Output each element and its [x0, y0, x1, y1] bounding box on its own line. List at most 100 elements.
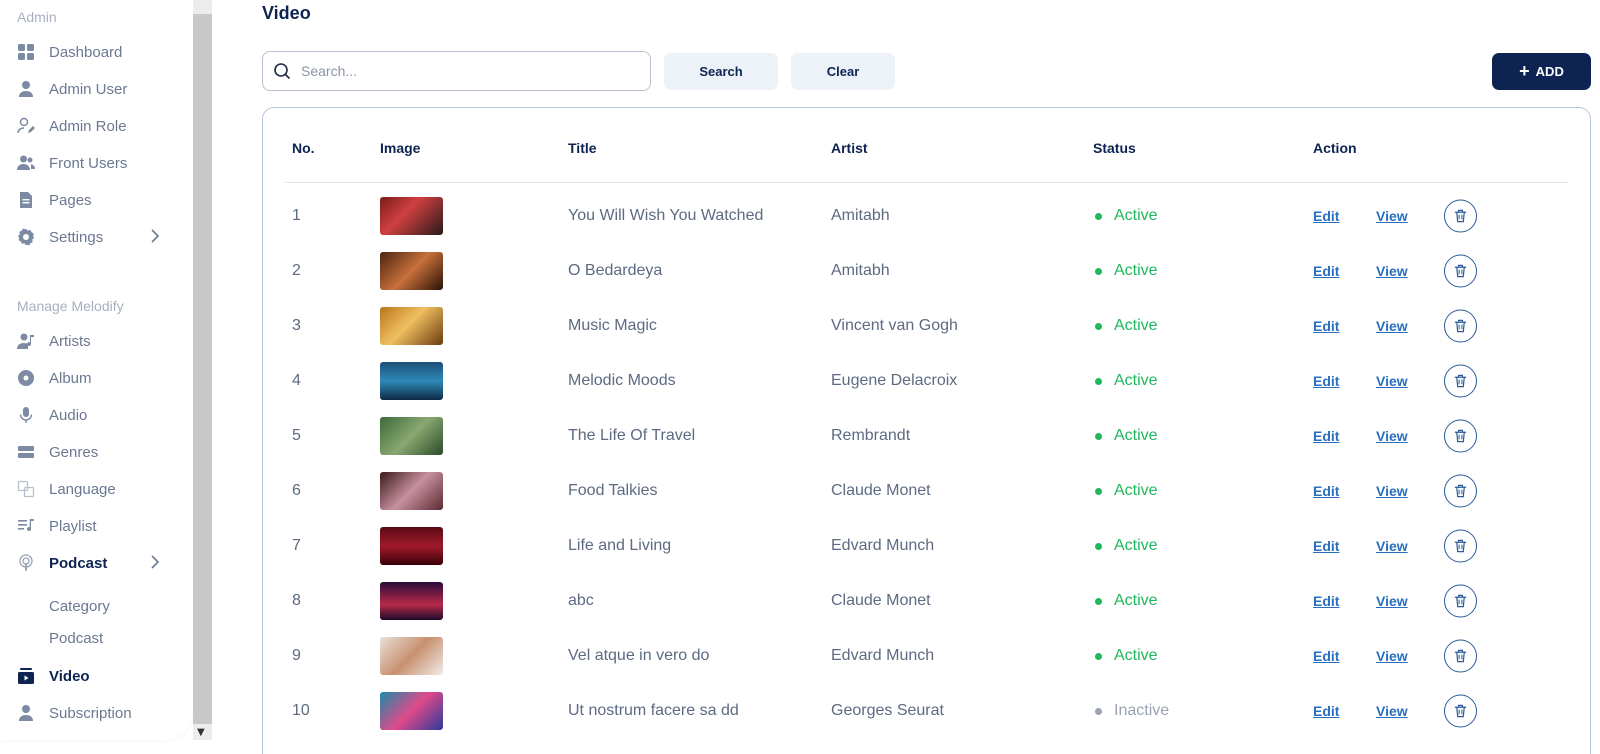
sidebar-scrollbar[interactable]: ▼	[193, 0, 212, 740]
table-row: 5 The Life Of Travel Rembrandt Active Edit Vi…	[263, 408, 1592, 464]
sidebar-item-settings[interactable]: Settings	[17, 225, 177, 249]
sidebar-item-dashboard[interactable]: Dashboard	[17, 40, 177, 64]
scroll-down-arrow-icon[interactable]: ▼	[197, 727, 205, 738]
video-title: Food Talkies	[568, 482, 658, 499]
sidebar-item-label: Video	[49, 667, 90, 685]
delete-button[interactable]	[1444, 419, 1477, 453]
sidebar-item-label: Settings	[49, 228, 104, 246]
search-button[interactable]: Search	[664, 53, 778, 90]
status-dot-icon	[1095, 432, 1102, 440]
trash-icon	[1454, 704, 1467, 718]
sidebar-item-subscription[interactable]: Subscription	[17, 701, 177, 725]
sidebar-subitem-category[interactable]: Category	[49, 598, 110, 615]
delete-button[interactable]	[1444, 254, 1477, 288]
edit-link[interactable]: Edit	[1313, 208, 1339, 224]
video-title: Music Magic	[568, 317, 657, 334]
delete-button[interactable]	[1444, 199, 1477, 233]
sidebar-item-label: Genres	[49, 443, 99, 461]
podcast-icon	[17, 554, 35, 572]
chevron-right-icon	[151, 555, 160, 569]
column-header-title: Title	[568, 140, 597, 156]
status-dot-icon	[1095, 707, 1102, 715]
video-icon	[17, 667, 35, 685]
sidebar-section-manage: Manage Melodify	[17, 298, 124, 314]
status-dot-icon	[1095, 652, 1102, 660]
edit-link[interactable]: Edit	[1313, 428, 1339, 444]
search-icon	[274, 63, 291, 80]
sidebar-item-admin-user[interactable]: Admin User	[17, 77, 177, 101]
search-input[interactable]	[301, 63, 631, 79]
row-number: 2	[292, 262, 301, 279]
edit-link[interactable]: Edit	[1313, 318, 1339, 334]
sidebar-item-pages[interactable]: Pages	[17, 188, 177, 212]
status-dot-icon	[1095, 542, 1102, 550]
row-number: 10	[292, 702, 310, 719]
delete-button[interactable]	[1444, 639, 1477, 673]
sidebar-item-label: Subscription	[49, 704, 132, 722]
sidebar-item-label: Language	[49, 480, 116, 498]
view-link[interactable]: View	[1376, 208, 1408, 224]
sidebar-item-video[interactable]: Video	[17, 664, 177, 688]
sidebar-item-podcast[interactable]: Podcast	[17, 551, 177, 575]
delete-button[interactable]	[1444, 694, 1477, 728]
delete-button[interactable]	[1444, 584, 1477, 618]
sidebar-subitem-podcast[interactable]: Podcast	[49, 630, 103, 647]
trash-icon	[1454, 539, 1467, 553]
view-link[interactable]: View	[1376, 318, 1408, 334]
status-text: Active	[1114, 537, 1158, 554]
video-artist: Edvard Munch	[831, 537, 935, 554]
status-badge: Active	[1095, 317, 1158, 335]
delete-button[interactable]	[1444, 474, 1477, 508]
view-link[interactable]: View	[1376, 428, 1408, 444]
edit-link[interactable]: Edit	[1313, 593, 1339, 609]
clear-button[interactable]: Clear	[791, 53, 895, 90]
edit-link[interactable]: Edit	[1313, 538, 1339, 554]
sidebar-item-album[interactable]: Album	[17, 366, 177, 390]
delete-button[interactable]	[1444, 364, 1477, 398]
user-edit-icon	[17, 117, 35, 135]
view-link[interactable]: View	[1376, 648, 1408, 664]
view-link[interactable]: View	[1376, 373, 1408, 389]
sidebar-item-label: Playlist	[49, 517, 97, 535]
scrollbar-thumb[interactable]	[193, 14, 212, 724]
edit-link[interactable]: Edit	[1313, 703, 1339, 719]
edit-link[interactable]: Edit	[1313, 648, 1339, 664]
edit-link[interactable]: Edit	[1313, 373, 1339, 389]
sidebar-item-audio[interactable]: Audio	[17, 403, 177, 427]
delete-button[interactable]	[1444, 309, 1477, 343]
row-number: 3	[292, 317, 301, 334]
status-badge: Inactive	[1095, 702, 1169, 720]
table-row: 1 You Will Wish You Watched Amitabh Active E…	[263, 188, 1592, 244]
video-thumbnail	[380, 197, 443, 235]
status-badge: Active	[1095, 427, 1158, 445]
page-icon	[17, 191, 35, 209]
microphone-icon	[17, 406, 35, 424]
view-link[interactable]: View	[1376, 703, 1408, 719]
sidebar-item-playlist[interactable]: Playlist	[17, 514, 177, 538]
sidebar-item-genres[interactable]: Genres	[17, 440, 177, 464]
edit-link[interactable]: Edit	[1313, 483, 1339, 499]
view-link[interactable]: View	[1376, 263, 1408, 279]
edit-link[interactable]: Edit	[1313, 263, 1339, 279]
status-dot-icon	[1095, 322, 1102, 330]
row-number: 5	[292, 427, 301, 444]
view-link[interactable]: View	[1376, 538, 1408, 554]
table-row: 7 Life and Living Edvard Munch Active Edit Vi…	[263, 518, 1592, 574]
delete-button[interactable]	[1444, 529, 1477, 563]
view-link[interactable]: View	[1376, 593, 1408, 609]
album-icon	[17, 369, 35, 387]
video-artist: Rembrandt	[831, 427, 911, 444]
sidebar-item-front-users[interactable]: Front Users	[17, 151, 177, 175]
status-text: Active	[1114, 482, 1158, 499]
sidebar-item-artists[interactable]: Artists	[17, 329, 177, 353]
chevron-right-icon	[151, 229, 160, 243]
status-text: Active	[1114, 317, 1158, 334]
video-artist: Amitabh	[831, 262, 890, 279]
status-badge: Active	[1095, 647, 1158, 665]
sidebar-item-admin-role[interactable]: Admin Role	[17, 114, 177, 138]
sidebar-item-label: Front Users	[49, 154, 128, 172]
gear-icon	[17, 228, 35, 246]
sidebar-item-language[interactable]: Language	[17, 477, 177, 501]
view-link[interactable]: View	[1376, 483, 1408, 499]
add-button[interactable]: + ADD	[1492, 53, 1591, 90]
